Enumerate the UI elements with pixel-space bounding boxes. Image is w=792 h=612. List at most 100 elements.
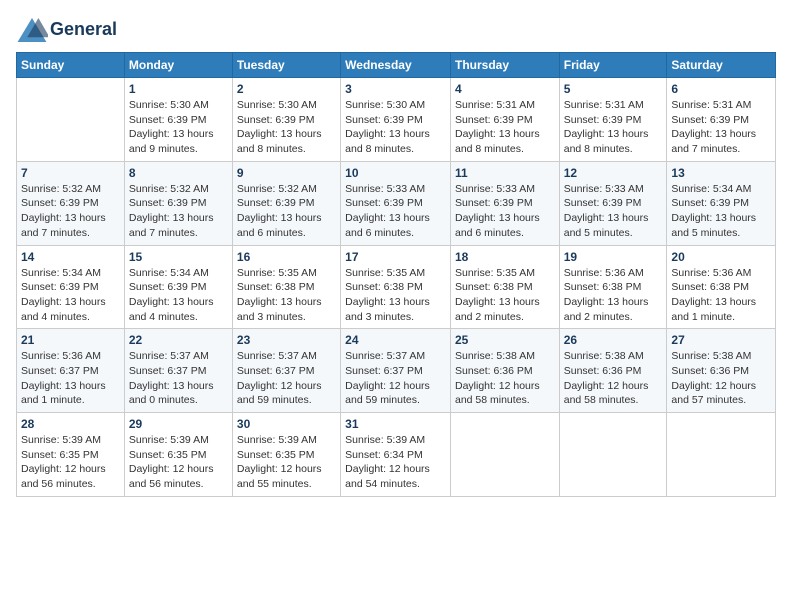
day-number: 14 xyxy=(21,250,120,264)
day-info: Sunrise: 5:34 AMSunset: 6:39 PMDaylight:… xyxy=(21,266,120,325)
week-row-2: 7 Sunrise: 5:32 AMSunset: 6:39 PMDaylight… xyxy=(17,161,776,245)
day-info: Sunrise: 5:36 AMSunset: 6:38 PMDaylight:… xyxy=(564,266,663,325)
day-info: Sunrise: 5:38 AMSunset: 6:36 PMDaylight:… xyxy=(455,349,555,408)
day-number: 2 xyxy=(237,82,336,96)
calendar-cell: 25 Sunrise: 5:38 AMSunset: 6:36 PMDayligh… xyxy=(450,329,559,413)
day-number: 22 xyxy=(129,333,228,347)
calendar-cell: 14 Sunrise: 5:34 AMSunset: 6:39 PMDayligh… xyxy=(17,245,125,329)
calendar-cell: 31Sunrise: 5:39 AMSunset: 6:34 PMDayligh… xyxy=(341,413,451,497)
day-number: 20 xyxy=(671,250,771,264)
page-header: General xyxy=(16,16,776,44)
day-number: 29 xyxy=(129,417,228,431)
calendar-cell: 20 Sunrise: 5:36 AMSunset: 6:38 PMDayligh… xyxy=(667,245,776,329)
day-info: Sunrise: 5:35 AMSunset: 6:38 PMDaylight:… xyxy=(455,266,555,325)
day-info: Sunrise: 5:37 AMSunset: 6:37 PMDaylight:… xyxy=(129,349,228,408)
logo-text: General xyxy=(50,19,117,41)
day-number: 23 xyxy=(237,333,336,347)
day-number: 18 xyxy=(455,250,555,264)
calendar-cell: 13Sunrise: 5:34 AMSunset: 6:39 PMDayligh… xyxy=(667,161,776,245)
calendar-body: 1 Sunrise: 5:30 AMSunset: 6:39 PMDaylight… xyxy=(17,78,776,497)
day-info: Sunrise: 5:30 AMSunset: 6:39 PMDaylight:… xyxy=(345,98,446,157)
day-number: 25 xyxy=(455,333,555,347)
day-info: Sunrise: 5:36 AMSunset: 6:37 PMDaylight:… xyxy=(21,349,120,408)
week-row-5: 28 Sunrise: 5:39 AMSunset: 6:35 PMDayligh… xyxy=(17,413,776,497)
calendar-cell: 4 Sunrise: 5:31 AMSunset: 6:39 PMDaylight… xyxy=(450,78,559,162)
calendar-cell: 11Sunrise: 5:33 AMSunset: 6:39 PMDayligh… xyxy=(450,161,559,245)
calendar-cell xyxy=(450,413,559,497)
calendar-cell: 8Sunrise: 5:32 AMSunset: 6:39 PMDaylight… xyxy=(124,161,232,245)
week-row-4: 21 Sunrise: 5:36 AMSunset: 6:37 PMDayligh… xyxy=(17,329,776,413)
day-number: 27 xyxy=(671,333,771,347)
logo-icon xyxy=(16,16,48,44)
logo: General xyxy=(16,16,117,44)
day-number: 17 xyxy=(345,250,446,264)
day-number: 4 xyxy=(455,82,555,96)
calendar-cell: 24 Sunrise: 5:37 AMSunset: 6:37 PMDayligh… xyxy=(341,329,451,413)
day-number: 13 xyxy=(671,166,771,180)
day-info: Sunrise: 5:36 AMSunset: 6:38 PMDaylight:… xyxy=(671,266,771,325)
day-info: Sunrise: 5:39 AMSunset: 6:35 PMDaylight:… xyxy=(237,433,336,492)
day-number: 7 xyxy=(21,166,120,180)
calendar-cell: 1 Sunrise: 5:30 AMSunset: 6:39 PMDaylight… xyxy=(124,78,232,162)
day-of-week-header: SundayMondayTuesdayWednesdayThursdayFrid… xyxy=(17,53,776,78)
calendar-cell xyxy=(559,413,667,497)
day-info: Sunrise: 5:30 AMSunset: 6:39 PMDaylight:… xyxy=(237,98,336,157)
day-info: Sunrise: 5:31 AMSunset: 6:39 PMDaylight:… xyxy=(564,98,663,157)
calendar-cell: 18 Sunrise: 5:35 AMSunset: 6:38 PMDayligh… xyxy=(450,245,559,329)
calendar-table: SundayMondayTuesdayWednesdayThursdayFrid… xyxy=(16,52,776,497)
calendar-cell: 16 Sunrise: 5:35 AMSunset: 6:38 PMDayligh… xyxy=(232,245,340,329)
day-number: 16 xyxy=(237,250,336,264)
dow-tuesday: Tuesday xyxy=(232,53,340,78)
day-info: Sunrise: 5:37 AMSunset: 6:37 PMDaylight:… xyxy=(237,349,336,408)
day-number: 30 xyxy=(237,417,336,431)
day-info: Sunrise: 5:33 AMSunset: 6:39 PMDaylight:… xyxy=(345,182,446,241)
calendar-cell: 17 Sunrise: 5:35 AMSunset: 6:38 PMDayligh… xyxy=(341,245,451,329)
day-info: Sunrise: 5:35 AMSunset: 6:38 PMDaylight:… xyxy=(345,266,446,325)
day-number: 1 xyxy=(129,82,228,96)
calendar-cell: 12Sunrise: 5:33 AMSunset: 6:39 PMDayligh… xyxy=(559,161,667,245)
day-number: 8 xyxy=(129,166,228,180)
day-number: 26 xyxy=(564,333,663,347)
week-row-3: 14 Sunrise: 5:34 AMSunset: 6:39 PMDayligh… xyxy=(17,245,776,329)
day-number: 15 xyxy=(129,250,228,264)
day-number: 24 xyxy=(345,333,446,347)
day-number: 19 xyxy=(564,250,663,264)
day-info: Sunrise: 5:32 AMSunset: 6:39 PMDaylight:… xyxy=(21,182,120,241)
calendar-cell: 27 Sunrise: 5:38 AMSunset: 6:36 PMDayligh… xyxy=(667,329,776,413)
day-info: Sunrise: 5:39 AMSunset: 6:35 PMDaylight:… xyxy=(129,433,228,492)
week-row-1: 1 Sunrise: 5:30 AMSunset: 6:39 PMDaylight… xyxy=(17,78,776,162)
calendar-cell: 28 Sunrise: 5:39 AMSunset: 6:35 PMDayligh… xyxy=(17,413,125,497)
day-info: Sunrise: 5:30 AMSunset: 6:39 PMDaylight:… xyxy=(129,98,228,157)
day-info: Sunrise: 5:37 AMSunset: 6:37 PMDaylight:… xyxy=(345,349,446,408)
day-info: Sunrise: 5:38 AMSunset: 6:36 PMDaylight:… xyxy=(671,349,771,408)
day-info: Sunrise: 5:34 AMSunset: 6:39 PMDaylight:… xyxy=(129,266,228,325)
calendar-cell: 10Sunrise: 5:33 AMSunset: 6:39 PMDayligh… xyxy=(341,161,451,245)
calendar-cell xyxy=(667,413,776,497)
day-info: Sunrise: 5:32 AMSunset: 6:39 PMDaylight:… xyxy=(237,182,336,241)
calendar-cell: 9Sunrise: 5:32 AMSunset: 6:39 PMDaylight… xyxy=(232,161,340,245)
day-number: 6 xyxy=(671,82,771,96)
day-info: Sunrise: 5:35 AMSunset: 6:38 PMDaylight:… xyxy=(237,266,336,325)
dow-thursday: Thursday xyxy=(450,53,559,78)
dow-wednesday: Wednesday xyxy=(341,53,451,78)
day-number: 5 xyxy=(564,82,663,96)
calendar-cell: 26Sunrise: 5:38 AMSunset: 6:36 PMDayligh… xyxy=(559,329,667,413)
dow-saturday: Saturday xyxy=(667,53,776,78)
day-number: 12 xyxy=(564,166,663,180)
day-info: Sunrise: 5:31 AMSunset: 6:39 PMDaylight:… xyxy=(455,98,555,157)
calendar-cell: 23 Sunrise: 5:37 AMSunset: 6:37 PMDayligh… xyxy=(232,329,340,413)
dow-monday: Monday xyxy=(124,53,232,78)
calendar-cell: 3 Sunrise: 5:30 AMSunset: 6:39 PMDaylight… xyxy=(341,78,451,162)
day-number: 21 xyxy=(21,333,120,347)
dow-sunday: Sunday xyxy=(17,53,125,78)
day-info: Sunrise: 5:39 AMSunset: 6:35 PMDaylight:… xyxy=(21,433,120,492)
calendar-cell: 21 Sunrise: 5:36 AMSunset: 6:37 PMDayligh… xyxy=(17,329,125,413)
calendar-cell: 7 Sunrise: 5:32 AMSunset: 6:39 PMDaylight… xyxy=(17,161,125,245)
calendar-cell: 15 Sunrise: 5:34 AMSunset: 6:39 PMDayligh… xyxy=(124,245,232,329)
day-number: 28 xyxy=(21,417,120,431)
day-number: 3 xyxy=(345,82,446,96)
calendar-cell xyxy=(17,78,125,162)
calendar-cell: 22 Sunrise: 5:37 AMSunset: 6:37 PMDayligh… xyxy=(124,329,232,413)
day-info: Sunrise: 5:31 AMSunset: 6:39 PMDaylight:… xyxy=(671,98,771,157)
calendar-cell: 30 Sunrise: 5:39 AMSunset: 6:35 PMDayligh… xyxy=(232,413,340,497)
